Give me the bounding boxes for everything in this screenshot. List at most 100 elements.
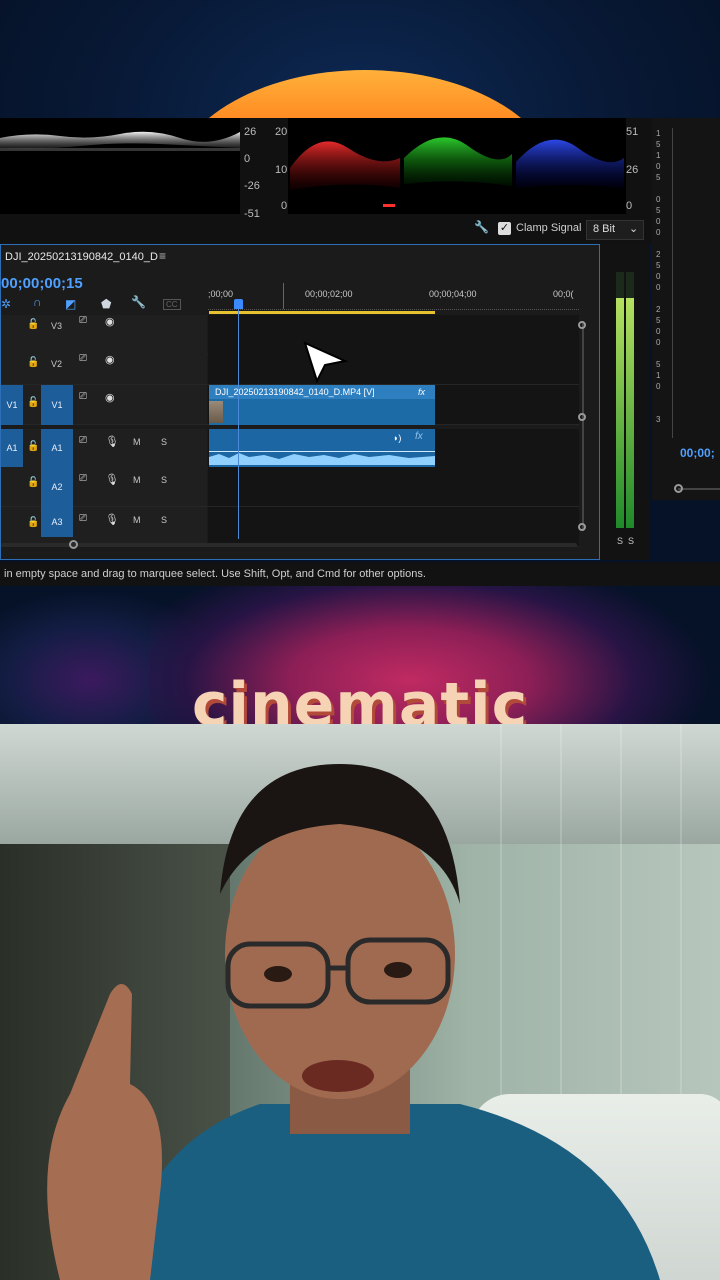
person-illustration [47, 764, 660, 1280]
wrench-icon[interactable]: 🔧 [474, 220, 489, 234]
wrench-icon[interactable]: 🔧 [131, 295, 146, 309]
scroll-handle[interactable] [578, 523, 586, 531]
clip-thumbnail [209, 401, 223, 423]
track-area[interactable] [208, 467, 579, 506]
vertical-scrollbar[interactable] [582, 321, 584, 531]
film-icon[interactable]: ⎚ [79, 435, 87, 446]
bit-depth-value: 8 Bit [593, 223, 616, 235]
track-area[interactable] [208, 345, 579, 384]
track-area[interactable] [208, 507, 579, 546]
magnet-icon[interactable]: ∩ [33, 295, 42, 309]
scrubber-handle[interactable] [674, 484, 683, 493]
ruler-ticks [208, 305, 579, 310]
linked-selection-icon[interactable]: ◩ [65, 297, 76, 311]
clamp-signal-label: Clamp Signal [516, 222, 582, 234]
playhead-line[interactable] [238, 299, 239, 539]
parade-label: 0 [626, 200, 633, 212]
mouse-cursor-icon [303, 341, 349, 384]
luma-waveform [0, 118, 240, 214]
vertical-scale: 151050500250025005103 [656, 128, 673, 438]
audio-meter: S S [600, 244, 650, 560]
mic-icon[interactable]: 🎙 [105, 513, 119, 526]
track-header: 🔓 A2 ⎚ 🎙 M S [1, 467, 207, 507]
track-target-a2[interactable]: A2 [41, 467, 73, 507]
track-a2: 🔓 A2 ⎚ 🎙 M S [1, 467, 579, 507]
film-icon[interactable]: ⎚ [79, 513, 87, 524]
playhead-handle[interactable] [234, 299, 243, 309]
luma-label: 0 [244, 153, 251, 165]
eye-icon[interactable]: ◉ [105, 391, 115, 404]
eye-icon[interactable]: ◉ [105, 353, 115, 366]
video-clip[interactable]: DJI_20250213190842_0140_D.MP4 [V] fx [209, 385, 435, 425]
parade-label: 51 [626, 126, 639, 138]
time-ruler[interactable]: ;00;00 00;00;02;00 00;00;04;00 00;0( [208, 283, 579, 313]
meter-fill [616, 297, 624, 528]
luma-waveform-graphic [0, 131, 240, 151]
luma-label-bottom: -51 [244, 208, 260, 220]
track-target-v1[interactable]: V1 [41, 385, 73, 425]
solo-button[interactable]: S [161, 515, 167, 525]
source-patch-v1[interactable]: V1 [1, 385, 23, 425]
ruler-label: 00;00;02;00 [305, 289, 353, 299]
track-header: V1 🔓 V1 ⎚ ◉ [1, 385, 207, 425]
track-header: 🔓 A3 ⎚ 🎙 M S [1, 507, 207, 546]
meter-channel-left [616, 272, 624, 528]
lock-icon[interactable]: 🔓 [27, 441, 39, 452]
mute-button[interactable]: M [133, 475, 141, 485]
ruler-label: 00;00;04;00 [429, 289, 477, 299]
eye-icon[interactable]: ◉ [105, 315, 115, 328]
timecode-display[interactable]: 00;00;00;15 [1, 275, 83, 292]
fx-badge[interactable]: fx [418, 385, 425, 399]
meter-channel-right [626, 272, 634, 528]
meter-fill [626, 297, 634, 528]
solo-right-button[interactable]: S [628, 536, 634, 546]
track-target-a3[interactable]: A3 [41, 507, 73, 537]
mic-icon[interactable]: 🎙 [105, 435, 119, 448]
film-icon[interactable]: ⎚ [79, 473, 87, 484]
captions-icon[interactable]: CC [163, 299, 181, 310]
audio-keyframe-icon: ◗) [393, 433, 402, 443]
lock-icon[interactable]: 🔓 [27, 517, 39, 528]
film-icon[interactable]: ⎚ [79, 353, 87, 364]
solo-button[interactable]: S [161, 475, 167, 485]
lock-icon[interactable]: 🔓 [27, 477, 39, 488]
program-timecode[interactable]: 00;00; [680, 446, 715, 460]
lock-icon[interactable]: 🔓 [27, 319, 39, 330]
scroll-handle[interactable] [578, 413, 586, 421]
track-target-a1[interactable]: A1 [41, 429, 73, 467]
rgb-parade [288, 118, 626, 214]
mute-button[interactable]: M [133, 515, 141, 525]
mute-button[interactable]: M [133, 437, 141, 447]
fx-badge[interactable]: fx [415, 431, 423, 442]
lock-icon[interactable]: 🔓 [27, 397, 39, 408]
timeline-panel: DJI_20250213190842_0140_D ≡ 00;00;00;15 … [0, 244, 600, 560]
film-icon[interactable]: ⎚ [79, 315, 87, 326]
bit-depth-select[interactable]: 8 Bit ⌄ [586, 220, 644, 240]
clamp-signal-checkbox[interactable]: ✓ [498, 222, 511, 235]
scroll-handle[interactable] [578, 321, 586, 329]
solo-button[interactable]: S [161, 437, 167, 447]
rgb-parade-graphic [290, 137, 624, 207]
source-patch-a1[interactable]: A1 [1, 429, 23, 467]
zoom-handle[interactable] [69, 540, 78, 549]
mic-icon[interactable]: 🎙 [105, 473, 119, 486]
track-header: 🔓 V2 ⎚ ◉ [1, 345, 207, 384]
program-scrubber[interactable] [678, 488, 720, 490]
marker-icon[interactable]: ⬟ [101, 297, 111, 311]
solo-left-button[interactable]: S [617, 536, 623, 546]
track-header: A1 🔓 A1 ⎚ 🎙 M S [1, 429, 207, 468]
film-icon[interactable]: ⎚ [79, 391, 87, 402]
luma-label: -26 [244, 180, 260, 192]
right-panel: 151050500250025005103 00;00; [652, 118, 720, 500]
track-a3: 🔓 A3 ⎚ 🎙 M S [1, 507, 579, 547]
parade-label: 0 [281, 200, 288, 212]
audio-clip[interactable]: ◗) fx [209, 429, 435, 467]
snap-icon[interactable]: ✲ [1, 297, 11, 311]
ruler-label: 00;0( [553, 289, 574, 299]
sequence-tab[interactable]: DJI_20250213190842_0140_D [5, 251, 158, 263]
work-area-bar[interactable] [209, 311, 435, 314]
lock-icon[interactable]: 🔓 [27, 357, 39, 368]
ruler-label: ;00;00 [208, 289, 234, 299]
panel-menu-icon[interactable]: ≡ [159, 249, 166, 263]
horizontal-scrollbar[interactable] [1, 543, 577, 547]
